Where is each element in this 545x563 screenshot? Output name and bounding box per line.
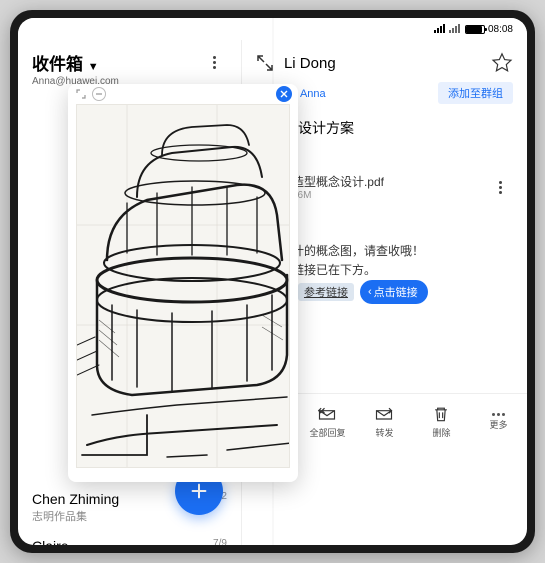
list-item-date: 7/9 [213,538,227,545]
attachment-more-icon[interactable] [489,175,513,199]
more-button[interactable]: 更多 [470,394,527,449]
signal-icon-2 [448,23,460,35]
list-item-sub: 志明作品集 [32,508,119,524]
more-dots-icon [492,413,505,416]
status-time: 08:08 [488,24,513,35]
minimize-icon[interactable] [92,87,106,101]
battery-icon [465,25,485,34]
plus-icon [188,480,210,502]
expand-icon[interactable] [74,87,88,101]
fullscreen-icon[interactable] [256,54,274,72]
signal-icon [433,23,445,35]
delete-button[interactable]: 删除 [413,394,470,449]
list-item-name: Chen Zhiming [32,491,119,507]
popup-titlebar[interactable] [68,84,298,104]
click-link-button[interactable]: ‹ 点击链接 [360,280,428,304]
status-bar: 08:08 [18,18,527,40]
more-menu-icon[interactable] [203,50,227,74]
device-frame: 08:08 收件箱 ▼ Anna@huawei.com Chen Zhiming [10,10,535,553]
forward-icon [374,404,394,424]
inbox-title: 收件箱 [32,55,83,74]
screen: 08:08 收件箱 ▼ Anna@huawei.com Chen Zhiming [18,18,527,545]
forward-button[interactable]: 转发 [356,394,413,449]
reference-link[interactable]: 参考链接 [298,283,354,301]
close-icon[interactable] [276,86,292,102]
trash-icon [431,404,451,424]
list-item-name: Claire [32,538,69,545]
attachment-name: 造型概念设计.pdf [292,173,384,190]
list-item[interactable]: Claire 7/9 [18,534,241,545]
add-to-group-button[interactable]: 添加至群组 [438,82,513,104]
mail-sender: Li Dong [284,55,481,72]
reply-all-button[interactable]: 全部回复 [299,394,356,449]
floating-sketch-window[interactable] [68,84,298,482]
attachment-size: 16M [292,190,384,201]
reply-all-icon [317,404,337,424]
mail-header: Li Dong [242,40,527,82]
recipient-name[interactable]: Anna [300,88,326,100]
sketch-image [76,104,290,468]
star-icon[interactable] [491,52,513,74]
